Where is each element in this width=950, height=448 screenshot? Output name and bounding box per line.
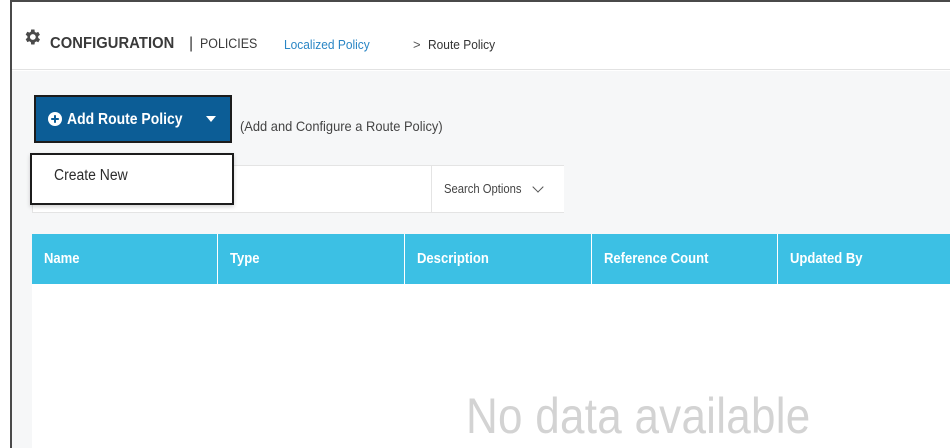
column-header-name[interactable]: Name [32, 234, 218, 284]
table-body: No data available [32, 284, 950, 448]
menu-item-create-new[interactable]: Create New [32, 155, 232, 203]
page-header: CONFIGURATION | POLICIES Localized Polic… [12, 2, 950, 70]
page-title: CONFIGURATION [50, 35, 175, 52]
plus-circle-icon [48, 112, 62, 126]
search-options-button[interactable]: Search Options [431, 166, 564, 212]
column-header-label: Type [230, 251, 260, 267]
column-header-label: Reference Count [604, 251, 709, 267]
column-header-type[interactable]: Type [218, 234, 405, 284]
column-header-label: Description [417, 251, 489, 267]
search-options-label: Search Options [444, 182, 522, 196]
add-route-policy-button[interactable]: Add Route Policy [34, 95, 232, 143]
gear-icon [25, 29, 40, 45]
app-frame: CONFIGURATION | POLICIES Localized Polic… [10, 0, 950, 448]
page-subtitle: POLICIES [200, 36, 258, 51]
column-header-description[interactable]: Description [405, 234, 592, 284]
table-header: Name Type Description Reference Count Up… [32, 234, 950, 284]
breadcrumb-current: Route Policy [428, 37, 496, 52]
column-header-label: Name [44, 251, 80, 267]
column-header-label: Updated By [790, 251, 863, 267]
add-route-policy-label: Add Route Policy [67, 111, 183, 128]
breadcrumb-separator: > [413, 37, 421, 52]
column-header-reference-count[interactable]: Reference Count [592, 234, 778, 284]
add-route-policy-hint: (Add and Configure a Route Policy) [240, 118, 443, 134]
caret-down-icon [206, 116, 216, 122]
chevron-down-icon [532, 181, 544, 193]
column-header-updated-by[interactable]: Updated By [778, 234, 950, 284]
breadcrumb-localized-policy-link[interactable]: Localized Policy [284, 37, 370, 52]
menu-item-label: Create New [54, 167, 128, 184]
empty-state-message: No data available [466, 388, 811, 444]
title-separator: | [189, 35, 194, 52]
add-route-policy-menu: Create New [30, 153, 234, 205]
